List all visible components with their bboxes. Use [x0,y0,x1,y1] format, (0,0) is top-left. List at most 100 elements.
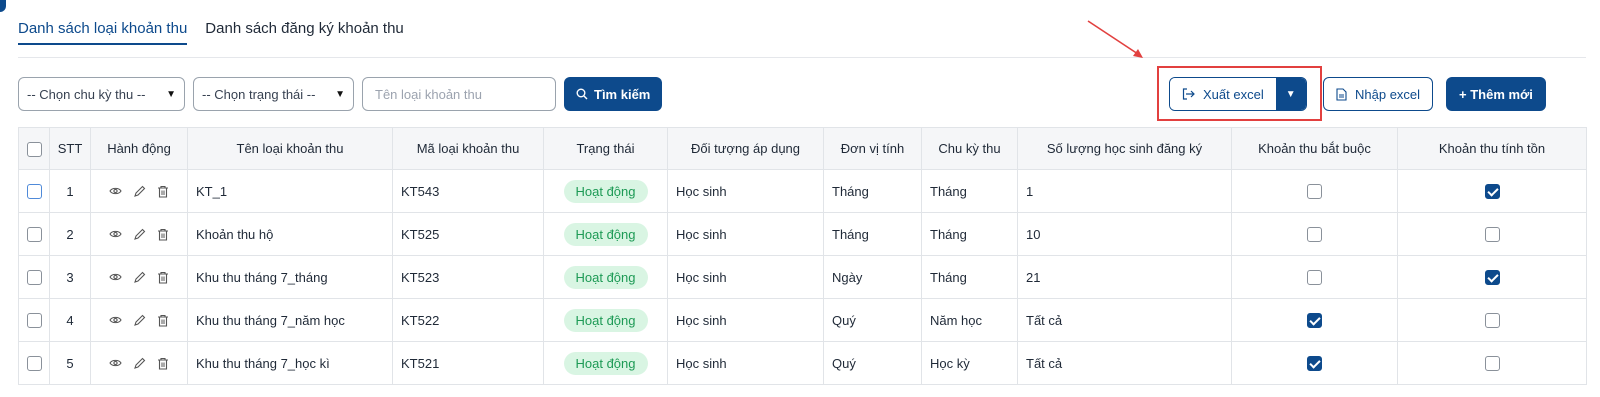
carry-cell [1397,169,1587,213]
target-cell: Học sinh [667,255,824,299]
code-cell: KT522 [392,298,544,342]
col-header: Trạng thái [543,127,668,170]
edit-icon[interactable] [133,185,146,198]
target-cell: Học sinh [667,298,824,342]
unit-cell: Ngày [823,255,922,299]
carry-checkbox[interactable] [1484,184,1500,200]
tab-fee-registrations[interactable]: Danh sách đăng ký khoản thu [205,20,403,45]
table-header-row: STT Hành động Tên loại khoản thu Mã loại… [18,127,1587,170]
stt-cell: 3 [49,255,91,299]
cycle-select-label: -- Chọn chu kỳ thu -- [27,86,146,102]
row-select-cell [18,341,50,385]
chevron-down-icon: ▼ [166,88,176,100]
name-cell: KT_1 [187,169,393,213]
count-cell: Tất cả [1017,298,1232,342]
status-cell: Hoạt động [543,169,668,213]
actions-cell [90,255,188,299]
delete-icon[interactable] [157,271,169,284]
col-header: Tên loại khoản thu [187,127,393,170]
col-header: Số lượng học sinh đăng ký [1017,127,1232,170]
carry-cell [1397,255,1587,299]
row-checkbox[interactable] [27,184,42,200]
cycle-select[interactable]: -- Chọn chu kỳ thu -- ▼ [18,77,185,111]
col-header: Chu kỳ thu [921,127,1018,170]
select-all-checkbox[interactable] [26,141,42,157]
stt-cell: 1 [49,169,91,213]
unit-cell: Quý [823,298,922,342]
row-checkbox[interactable] [27,356,42,372]
edit-icon[interactable] [133,271,146,284]
unit-cell: Quý [823,341,922,385]
import-excel-label: Nhập excel [1355,86,1421,102]
actions-cell [90,212,188,256]
mandatory-checkbox[interactable] [1307,313,1322,329]
carry-checkbox[interactable] [1484,313,1500,329]
target-cell: Học sinh [667,341,824,385]
carry-checkbox[interactable] [1484,270,1500,286]
tab-fee-types[interactable]: Danh sách loại khoản thu [18,20,188,45]
actions-cell [90,169,188,213]
delete-icon[interactable] [157,185,169,198]
file-icon [1336,87,1347,101]
table-row: 5 Khu thu tháng 7_học kì KT521 Hoạt động… [18,341,1587,385]
row-checkbox[interactable] [27,270,42,286]
target-cell: Học sinh [667,169,824,213]
table-row: 2 Khoản thu hộ KT525 Hoạt động Học sinh … [18,212,1587,256]
row-checkbox[interactable] [27,313,42,329]
row-select-cell [18,298,50,342]
edit-icon[interactable] [133,357,146,370]
col-header: Khoản thu bắt buộc [1231,127,1398,170]
delete-icon[interactable] [157,357,169,370]
status-cell: Hoạt động [543,341,668,385]
name-search-input[interactable]: Tên loại khoản thu [362,77,556,111]
toolbar: -- Chọn chu kỳ thu -- ▼ -- Chọn trạng th… [18,77,1586,111]
edit-icon[interactable] [133,228,146,241]
delete-icon[interactable] [157,228,169,241]
carry-checkbox[interactable] [1484,356,1500,372]
view-icon[interactable] [109,186,122,196]
view-icon[interactable] [109,315,122,325]
table-row: 3 Khu thu tháng 7_tháng KT523 Hoạt động … [18,255,1587,299]
page-edge-accent [0,0,6,12]
mandatory-cell [1231,212,1398,256]
view-icon[interactable] [109,229,122,239]
col-header: Hành động [90,127,188,170]
col-header: Đối tượng áp dụng [667,127,824,170]
name-cell: Khu thu tháng 7_học kì [187,341,393,385]
row-select-cell [18,212,50,256]
name-cell: Khoản thu hộ [187,212,393,256]
edit-icon[interactable] [133,314,146,327]
col-header: Đơn vị tính [823,127,922,170]
code-cell: KT521 [392,341,544,385]
mandatory-checkbox[interactable] [1307,184,1322,200]
delete-icon[interactable] [157,314,169,327]
table-row: 1 KT_1 KT543 Hoạt động Học sinh Tháng Th… [18,169,1587,213]
count-cell: Tất cả [1017,341,1232,385]
chevron-down-icon: ▼ [335,88,345,100]
view-icon[interactable] [109,358,122,368]
view-icon[interactable] [109,272,122,282]
target-cell: Học sinh [667,212,824,256]
mandatory-checkbox[interactable] [1307,227,1322,243]
annotation-arrow-icon [1087,20,1143,58]
count-cell: 21 [1017,255,1232,299]
search-button-label: Tìm kiếm [594,86,651,102]
code-cell: KT543 [392,169,544,213]
row-checkbox[interactable] [27,227,42,243]
status-select-label: -- Chọn trạng thái -- [202,86,316,102]
count-cell: 1 [1017,169,1232,213]
search-button[interactable]: Tìm kiếm [564,77,663,111]
add-new-button[interactable]: + Thêm mới [1446,77,1546,111]
status-select[interactable]: -- Chọn trạng thái -- ▼ [193,77,354,111]
status-badge: Hoạt động [563,308,648,332]
col-header: STT [49,127,91,170]
mandatory-checkbox[interactable] [1307,356,1322,372]
tab-bar: Danh sách loại khoản thu Danh sách đăng … [18,20,404,45]
cycle-cell: Tháng [921,255,1018,299]
stt-cell: 2 [49,212,91,256]
stt-cell: 5 [49,341,91,385]
carry-checkbox[interactable] [1484,227,1500,243]
row-select-cell [18,255,50,299]
mandatory-checkbox[interactable] [1307,270,1322,286]
import-excel-button[interactable]: Nhập excel [1323,77,1434,111]
